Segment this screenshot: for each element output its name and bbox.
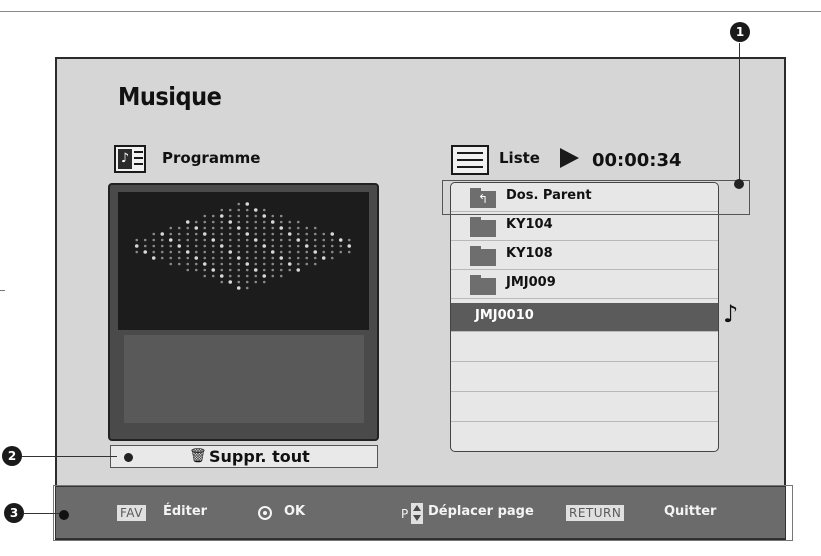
- list-item-folder[interactable]: KY108: [451, 241, 718, 270]
- ok-icon[interactable]: [258, 506, 272, 520]
- callout-number: 2: [2, 446, 22, 466]
- programme-label: Programme: [162, 149, 261, 167]
- margin-tick: [0, 290, 5, 291]
- list-item-folder[interactable]: KY104: [451, 212, 718, 241]
- list-icon: [451, 145, 489, 175]
- callout-number: 1: [730, 22, 750, 42]
- list-item-selected[interactable]: JMJ0010: [451, 303, 718, 332]
- folder-icon: [470, 246, 496, 266]
- list-item-empty[interactable]: [451, 423, 718, 451]
- page-title: Musique: [118, 82, 222, 111]
- return-key[interactable]: RETURN: [566, 505, 625, 521]
- page-key: P: [401, 507, 409, 521]
- music-note-icon: ♪: [723, 300, 739, 328]
- folder-icon: [470, 275, 496, 295]
- edit-label: Éditer: [163, 504, 208, 519]
- top-divider: [0, 11, 821, 12]
- list-item-label: KY104: [506, 217, 553, 232]
- list-item-label: KY108: [506, 246, 553, 261]
- music-playlist-icon: ♪: [114, 145, 146, 173]
- trash-icon: 🗑: [189, 448, 207, 464]
- play-icon: [560, 148, 579, 168]
- music-note-icon: ♪: [118, 149, 132, 169]
- programme-panel: [108, 183, 379, 441]
- list-item-empty[interactable]: [451, 393, 718, 422]
- folder-icon: [470, 217, 496, 237]
- programme-list[interactable]: [124, 335, 364, 423]
- elapsed-time: 00:00:34: [592, 150, 682, 171]
- file-list: ↰ Dos. Parent KY104 KY108 JMJ009 JMJ0010: [450, 182, 719, 452]
- callout-marker: [59, 510, 69, 520]
- liste-label: Liste: [499, 149, 540, 167]
- page-up-down-icon[interactable]: [411, 503, 423, 524]
- list-item-folder[interactable]: JMJ009: [451, 270, 718, 299]
- fav-key[interactable]: FAV: [117, 505, 146, 521]
- callout-number: 3: [4, 503, 24, 523]
- list-item-label: JMJ0010: [475, 308, 534, 323]
- callout-frame: [442, 180, 750, 215]
- list-item-label: JMJ009: [506, 275, 556, 290]
- delete-all-label: Suppr. tout: [209, 447, 310, 466]
- callout-line: [24, 513, 64, 514]
- list-item-empty[interactable]: [451, 333, 718, 362]
- delete-all-button[interactable]: 🗑 Suppr. tout: [110, 445, 378, 468]
- callout-marker: [734, 179, 744, 189]
- callout-line: [22, 456, 117, 457]
- ok-label: OK: [284, 504, 306, 519]
- quit-label: Quitter: [664, 504, 717, 519]
- music-visualizer: [118, 192, 369, 330]
- callout-line: [739, 43, 740, 183]
- list-item-empty[interactable]: [451, 363, 718, 392]
- move-page-label: Déplacer page: [428, 504, 534, 519]
- visualizer-graphic: [134, 202, 352, 290]
- callout-marker: [124, 453, 133, 462]
